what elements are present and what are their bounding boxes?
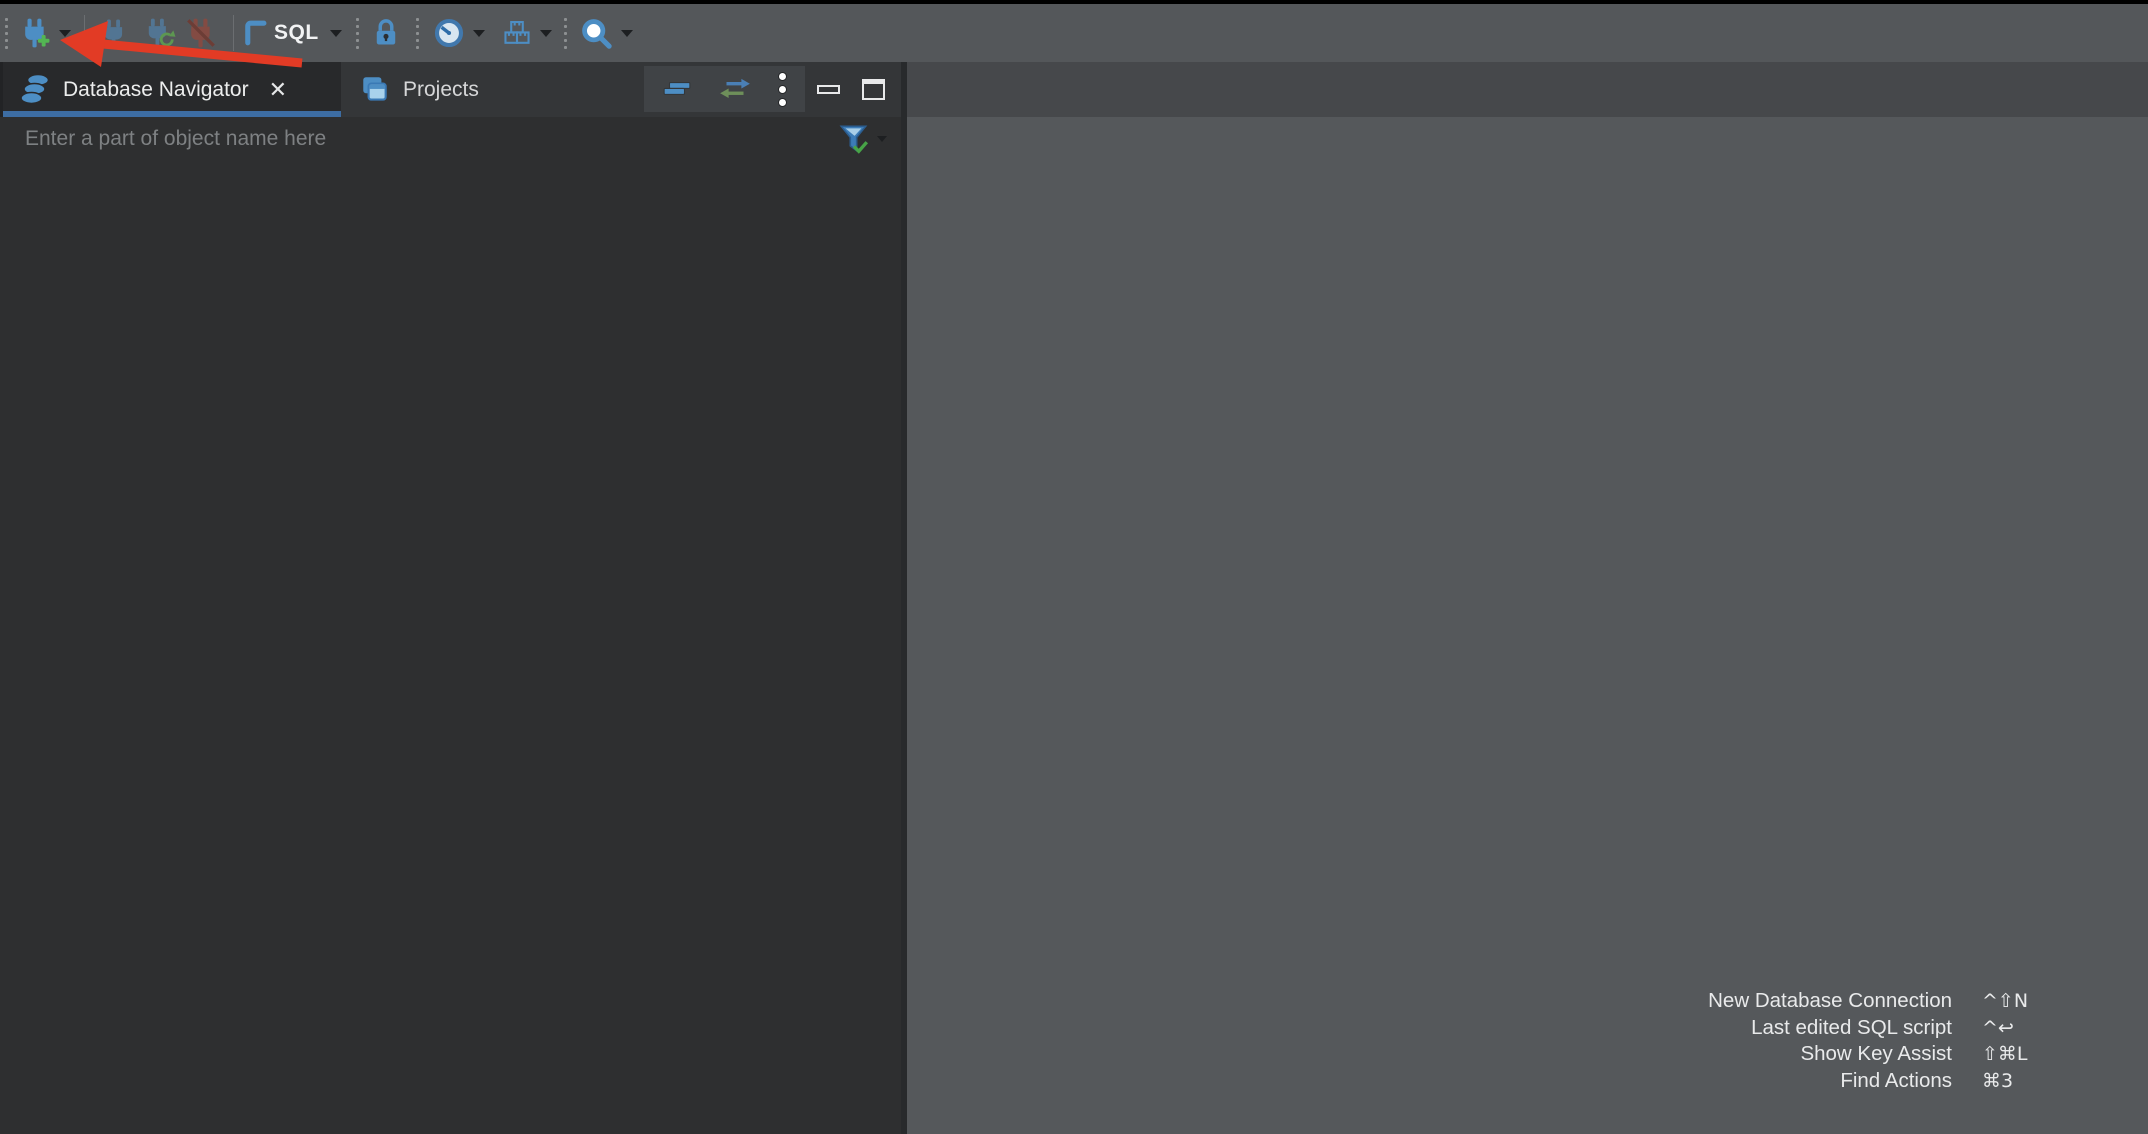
tabstrip-spacer <box>493 62 644 117</box>
search-button[interactable] <box>580 17 633 49</box>
dropdown-arrow-icon[interactable] <box>59 30 71 37</box>
dropdown-arrow-icon[interactable] <box>621 30 633 37</box>
dashboard-button[interactable] <box>433 17 485 49</box>
navigator-tree-area <box>0 161 901 1134</box>
toolbar-separator <box>233 15 234 51</box>
editor-area: New Database Connection ^⇧N Last edited … <box>907 62 2148 1134</box>
packages-icon <box>502 18 532 48</box>
tab-projects[interactable]: Projects <box>345 62 493 117</box>
link-editor-icon[interactable] <box>718 75 752 103</box>
panel-toolbar <box>644 66 805 112</box>
collapse-all-icon[interactable] <box>662 77 692 101</box>
kebab-menu-icon[interactable] <box>778 72 787 107</box>
editor-tabstrip <box>907 62 2148 117</box>
toolbar-separator <box>84 15 85 51</box>
workbench: Database Navigator ✕ Projects <box>0 62 2148 1134</box>
gauge-icon <box>433 17 465 49</box>
shortcut-label: Find Actions <box>1840 1068 1952 1095</box>
drivers-button[interactable] <box>502 18 552 48</box>
shortcut-keys: ^⇧N <box>1982 988 2064 1015</box>
main-toolbar: SQL <box>0 4 2148 62</box>
close-icon[interactable]: ✕ <box>269 79 287 101</box>
shortcut-hints: New Database Connection ^⇧N Last edited … <box>1708 988 2064 1094</box>
shortcut-hint-row: Find Actions ⌘3 <box>1708 1068 2064 1095</box>
dropdown-arrow-icon[interactable] <box>473 30 485 37</box>
connect-button[interactable] <box>100 19 128 47</box>
drag-handle-icon[interactable] <box>414 18 421 49</box>
object-filter-row <box>0 117 901 161</box>
sql-editor-button[interactable]: SQL <box>242 18 342 48</box>
editor-canvas: New Database Connection ^⇧N Last edited … <box>907 117 2148 1134</box>
tab-label: Projects <box>403 78 479 102</box>
shortcut-label: New Database Connection <box>1708 988 1952 1015</box>
dropdown-arrow-icon[interactable] <box>330 30 342 37</box>
tab-database-navigator[interactable]: Database Navigator ✕ <box>0 62 341 117</box>
filter-icon <box>837 121 871 157</box>
drag-handle-icon[interactable] <box>3 18 10 49</box>
new-connection-button[interactable] <box>20 18 71 48</box>
plug-disconnect-icon <box>186 18 216 48</box>
shortcut-hint-row: Show Key Assist ⇧⌘L <box>1708 1041 2064 1068</box>
shortcut-hint-row: New Database Connection ^⇧N <box>1708 988 2064 1015</box>
shortcut-label: Last edited SQL script <box>1751 1015 1952 1042</box>
shortcut-hint-row: Last edited SQL script ^↩ <box>1708 1015 2064 1042</box>
panel-window-buttons <box>817 62 885 117</box>
plug-plus-icon <box>20 18 50 48</box>
plug-refresh-icon <box>144 18 176 48</box>
sql-script-icon <box>242 18 272 48</box>
maximize-icon[interactable] <box>862 79 885 100</box>
filter-settings-button[interactable] <box>837 121 887 157</box>
minimize-icon[interactable] <box>817 85 840 94</box>
lock-icon <box>372 18 400 48</box>
dropdown-arrow-icon[interactable] <box>540 30 552 37</box>
tab-label: Database Navigator <box>63 78 249 102</box>
dropdown-arrow-icon[interactable] <box>877 136 887 142</box>
lock-button[interactable] <box>372 18 400 48</box>
shortcut-label: Show Key Assist <box>1800 1041 1952 1068</box>
plug-icon <box>100 19 128 47</box>
shortcut-keys: ^↩ <box>1982 1015 2064 1042</box>
sql-button-label: SQL <box>274 21 319 45</box>
disconnect-button[interactable] <box>186 18 216 48</box>
database-icon <box>17 71 51 109</box>
drag-handle-icon[interactable] <box>354 18 361 49</box>
navigator-panel: Database Navigator ✕ Projects <box>0 62 901 1134</box>
drag-handle-icon[interactable] <box>562 18 569 49</box>
object-filter-input[interactable] <box>0 127 837 151</box>
dbeaver-window: { "toolbar": { "sql_label": "SQL", "icon… <box>0 0 2148 1134</box>
shortcut-keys: ⌘3 <box>1982 1068 2064 1095</box>
projects-icon <box>359 74 391 106</box>
panel-tabstrip: Database Navigator ✕ Projects <box>0 62 901 117</box>
search-icon <box>580 17 612 49</box>
reconnect-button[interactable] <box>144 18 176 48</box>
shortcut-keys: ⇧⌘L <box>1982 1041 2064 1068</box>
